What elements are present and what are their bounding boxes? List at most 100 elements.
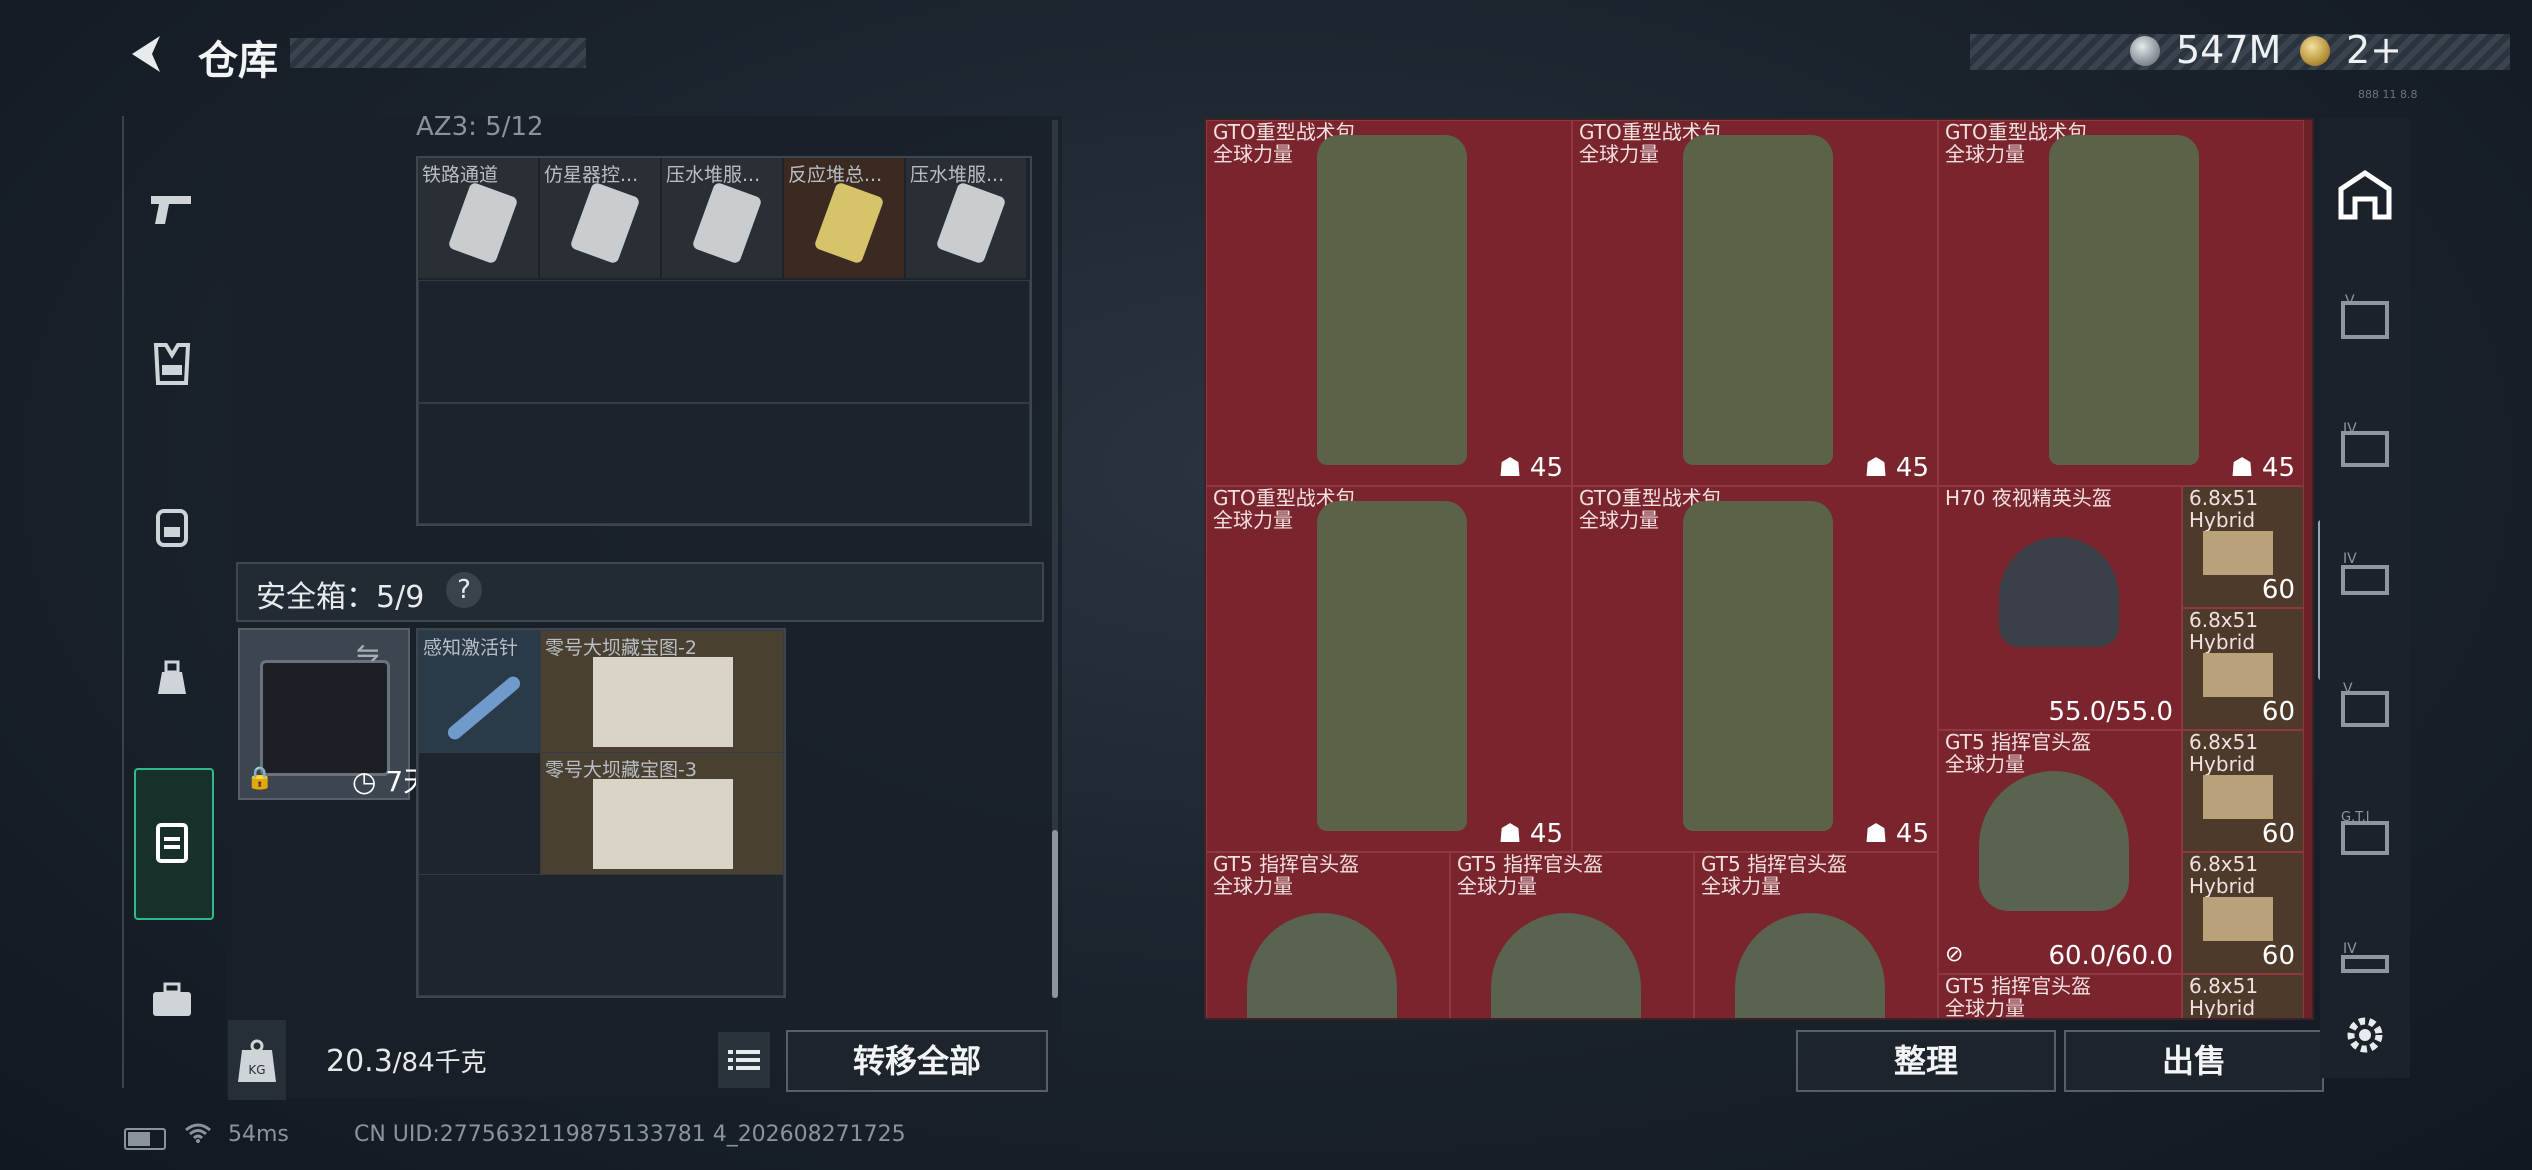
storage-tab-icon[interactable]: IV — [2330, 412, 2400, 482]
wifi-icon — [184, 1122, 212, 1150]
map-icon — [593, 779, 733, 869]
weight-icon: KG — [228, 1020, 286, 1100]
safe-case-image — [260, 660, 390, 776]
helmet-item[interactable]: GT5 指挥官头盔 全球力量 — [1206, 852, 1450, 1018]
backpack-icon — [1683, 501, 1833, 831]
ammo-item[interactable]: 6.8x51 Hybrid — [2182, 974, 2304, 1018]
item-slot[interactable]: 感知激活针 — [418, 630, 541, 753]
svg-text:KG: KG — [248, 1063, 265, 1077]
item-slot[interactable]: 铁路通道 — [418, 158, 538, 278]
keycard-icon — [813, 181, 885, 265]
empty-slot-row — [418, 402, 1030, 524]
vest-icon[interactable] — [132, 324, 212, 404]
ammo-item[interactable]: 6.8x51 Hybrid 60 — [2182, 852, 2304, 974]
backpack-item[interactable]: GTO重型战术包 全球力量 ☗ 45 — [1206, 486, 1572, 852]
weight-readout: 20.3/84千克 — [326, 1044, 487, 1079]
ammo-box-icon — [2203, 531, 2273, 575]
storage-tab-icon[interactable]: IV — [2330, 920, 2400, 990]
back-icon[interactable] — [122, 30, 170, 78]
item-quantity: ☗ 45 — [1864, 819, 1929, 849]
sell-button[interactable]: 出售 — [2064, 1030, 2324, 1092]
item-slot[interactable]: 压水堆服... — [662, 158, 782, 278]
backpack-icon[interactable] — [132, 486, 212, 566]
helmet-item[interactable]: GT5 指挥官头盔 全球力量 ⊘ 60.0/60.0 — [1938, 730, 2182, 974]
map-icon — [593, 657, 733, 747]
sort-button[interactable]: 整理 — [1796, 1030, 2056, 1092]
ammo-box-icon — [2203, 775, 2273, 819]
section-label: AZ3: 5/12 — [416, 112, 544, 142]
warehouse-home-icon[interactable] — [2330, 160, 2400, 230]
backpack-item[interactable]: GTO重型战术包 全球力量 ☗ 45 — [1206, 120, 1572, 486]
helmet-item[interactable]: H70 夜视精英头盔 55.0/55.0 — [1938, 486, 2182, 730]
empty-slot — [418, 752, 541, 875]
safe-grid: 感知激活针 零号大坝藏宝图-2 零号大坝藏宝图-3 — [416, 628, 786, 998]
helmet-item[interactable]: GT5 指挥官头盔 全球力量 — [1694, 852, 1938, 1018]
helmet-item[interactable]: GT5 指挥官头盔 全球力量 — [1450, 852, 1694, 1018]
item-quantity: ☗ 45 — [1498, 453, 1563, 483]
battery-icon — [124, 1128, 166, 1150]
lock-icon: 🔒 — [246, 766, 274, 791]
backpack-item[interactable]: GTO重型战术包 全球力量 ☗ 45 — [1572, 120, 1938, 486]
helmet-icon — [1735, 913, 1885, 1018]
silver-coin-icon — [2130, 36, 2160, 66]
safe-case-icon[interactable] — [132, 802, 212, 882]
title-decoration — [290, 38, 586, 68]
safe-label: 安全箱：5/9 — [256, 580, 425, 615]
version-text: 888 11 8.8 — [2358, 88, 2418, 101]
helmet-icon — [1491, 913, 1641, 1018]
pouch-icon[interactable] — [132, 638, 212, 718]
gold-coin-icon — [2300, 36, 2330, 66]
money-amount: 547M — [2176, 28, 2282, 72]
toolbox-icon[interactable] — [132, 960, 212, 1040]
transfer-all-button[interactable]: 转移全部 — [786, 1030, 1048, 1092]
svg-text:IV: IV — [2343, 421, 2357, 437]
list-view-button[interactable] — [718, 1032, 770, 1088]
ammo-item[interactable]: 6.8x51 Hybrid 60 — [2182, 486, 2304, 608]
storage-tab-icon[interactable]: IV — [2330, 540, 2400, 610]
svg-text:V: V — [2345, 293, 2355, 309]
item-quantity: ☗ 45 — [2230, 453, 2295, 483]
item-slot[interactable]: 反应堆总... — [784, 158, 904, 278]
backpack-item[interactable]: GTO重型战术包 全球力量 ☗ 45 — [1572, 486, 1938, 852]
helmet-icon — [1979, 771, 2129, 911]
keycard-icon — [447, 181, 519, 265]
backpack-icon — [1317, 501, 1467, 831]
gold-amount[interactable]: 2+ — [2346, 28, 2402, 72]
help-button[interactable]: ? — [446, 572, 482, 608]
backpack-icon — [1683, 135, 1833, 465]
item-slot[interactable]: 压水堆服... — [906, 158, 1026, 278]
storage-tab-icon[interactable]: V — [2330, 284, 2400, 354]
empty-slot-row — [418, 874, 784, 996]
helmet-item[interactable]: GT5 指挥官头盔 全球力量 — [1938, 974, 2182, 1018]
item-quantity: ☗ 45 — [1498, 819, 1563, 849]
backpack-item[interactable]: GTO重型战术包 全球力量 ☗ 45 — [1938, 120, 2304, 486]
ammo-item[interactable]: 6.8x51 Hybrid 60 — [2182, 608, 2304, 730]
storage-tab-icon[interactable]: G.T.I — [2330, 800, 2400, 870]
item-quantity: ☗ 45 — [1864, 453, 1929, 483]
backpack-icon — [1317, 135, 1467, 465]
swap-icon[interactable]: ⇋ — [356, 636, 379, 669]
item-slot[interactable]: 零号大坝藏宝图-2 — [540, 630, 784, 753]
item-slot[interactable]: 零号大坝藏宝图-3 — [540, 752, 784, 875]
svg-text:IV: IV — [2343, 551, 2357, 567]
helmet-icon — [1247, 913, 1397, 1018]
category-sidebar — [122, 116, 224, 1088]
storage-tab-icon[interactable]: V — [2330, 672, 2400, 742]
left-scrollbar[interactable] — [1052, 830, 1058, 998]
keycard-icon — [691, 181, 763, 265]
svg-text:IV: IV — [2343, 941, 2357, 957]
settings-gear-icon[interactable] — [2330, 1000, 2400, 1070]
ammo-box-icon — [2203, 653, 2273, 697]
ping-text: 54ms — [228, 1122, 289, 1147]
container-grid: 铁路通道 仿星器控... 压水堆服... 反应堆总... 压水堆服... — [416, 156, 1032, 526]
keycard-icon — [935, 181, 1007, 265]
ammo-item[interactable]: 6.8x51 Hybrid 60 — [2182, 730, 2304, 852]
warehouse-grid: GTO重型战术包 全球力量 ☗ 45 GTO重型战术包 全球力量 ☗ 45 GT… — [1204, 118, 2314, 1020]
helmet-icon — [1999, 537, 2119, 647]
backpack-icon — [2049, 135, 2199, 465]
pistol-icon[interactable] — [132, 168, 212, 248]
svg-text:G.T.I: G.T.I — [2341, 810, 2370, 825]
item-slot[interactable]: 仿星器控... — [540, 158, 660, 278]
empty-slot-row — [418, 280, 1030, 404]
durability: 60.0/60.0 — [2048, 941, 2173, 971]
